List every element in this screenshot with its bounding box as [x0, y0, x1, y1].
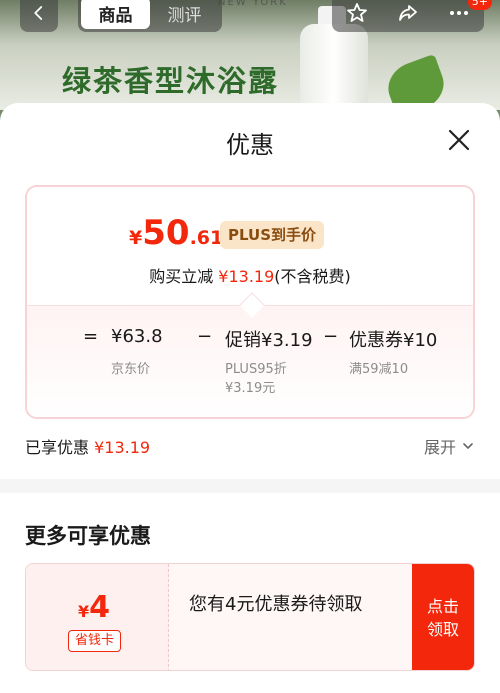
- enjoyed-label: 已享优惠: [25, 438, 95, 457]
- formula-base-price: ¥63.8: [111, 326, 163, 347]
- formula-base-label: 京东价: [111, 362, 151, 377]
- more-icon[interactable]: [447, 1, 471, 25]
- reduce-line: 购买立减 ¥13.19(不含税费): [27, 263, 473, 287]
- formula-minus-1: −: [197, 326, 213, 347]
- price-formula-section: = ¥63.8 京东价 − 促销¥3.19 PLUS95折 ¥3.19元 − 优…: [27, 292, 473, 417]
- price-integer: 50: [142, 213, 190, 253]
- coupon-value-panel: ¥4 省钱卡: [26, 564, 169, 670]
- coupon-value: 4: [89, 590, 111, 625]
- enjoyed-discount: 已享优惠 ¥13.19: [25, 434, 150, 458]
- formula-coupon-detail: 满59减10: [349, 362, 409, 377]
- formula-promo: 促销¥3.19: [225, 330, 313, 351]
- formula-promo-detail-2: ¥3.19元: [225, 381, 276, 396]
- coupon-amount: ¥4: [78, 590, 110, 625]
- chevron-left-icon: [34, 6, 43, 20]
- message-badge: 5+: [467, 0, 492, 10]
- formula-promo-detail-1: PLUS95折: [225, 362, 287, 377]
- coupon-card: ¥4 省钱卡 您有4元优惠券待领取 点击领取: [25, 563, 475, 671]
- section-divider: [0, 479, 500, 493]
- price-currency: ¥: [129, 227, 143, 249]
- reduce-suffix: (不含税费): [274, 267, 351, 286]
- saving-card-tag: 省钱卡: [68, 630, 122, 652]
- close-button[interactable]: [446, 127, 472, 153]
- tab-review[interactable]: 测评: [150, 0, 219, 29]
- tab-product[interactable]: 商品: [81, 0, 150, 29]
- claim-coupon-button[interactable]: 点击领取: [412, 564, 474, 670]
- nav-tabs: 商品 测评: [78, 0, 222, 32]
- enjoyed-amount: ¥13.19: [94, 438, 151, 457]
- chevron-down-icon: [463, 443, 473, 450]
- nav-actions: [332, 0, 484, 32]
- more-discounts-title: 更多可享优惠: [25, 524, 151, 548]
- plus-price-tag: PLUS到手价: [220, 221, 325, 249]
- star-icon[interactable]: [345, 1, 369, 25]
- back-button[interactable]: [20, 0, 58, 32]
- reduce-amount: ¥13.19: [218, 267, 275, 286]
- discount-sheet: 优惠 ¥50.61 PLUS到手价 购买立减 ¥13.19(不含税费) = ¥6…: [0, 103, 500, 693]
- formula-coupon: 优惠券¥10: [349, 330, 438, 351]
- close-icon: [448, 129, 470, 151]
- expand-button[interactable]: 展开: [424, 434, 474, 458]
- final-price: ¥50.61: [129, 213, 223, 253]
- sheet-title: 优惠: [226, 131, 274, 159]
- price-decimal: .61: [189, 227, 224, 249]
- formula-minus-2: −: [323, 326, 339, 347]
- brand-text: NEW YORK: [218, 0, 288, 8]
- product-title: 绿茶香型沐浴露: [62, 64, 280, 98]
- expand-label: 展开: [423, 438, 456, 457]
- formula-equals: =: [83, 326, 99, 347]
- share-icon[interactable]: [396, 1, 420, 25]
- price-breakdown-card: ¥50.61 PLUS到手价 购买立减 ¥13.19(不含税费) = ¥63.8…: [25, 185, 475, 419]
- coupon-currency: ¥: [78, 602, 90, 621]
- coupon-description: 您有4元优惠券待领取: [189, 594, 363, 615]
- final-price-section: ¥50.61 PLUS到手价 购买立减 ¥13.19(不含税费): [27, 187, 473, 305]
- product-bottle-image: [300, 24, 368, 114]
- reduce-prefix: 购买立减: [149, 267, 219, 286]
